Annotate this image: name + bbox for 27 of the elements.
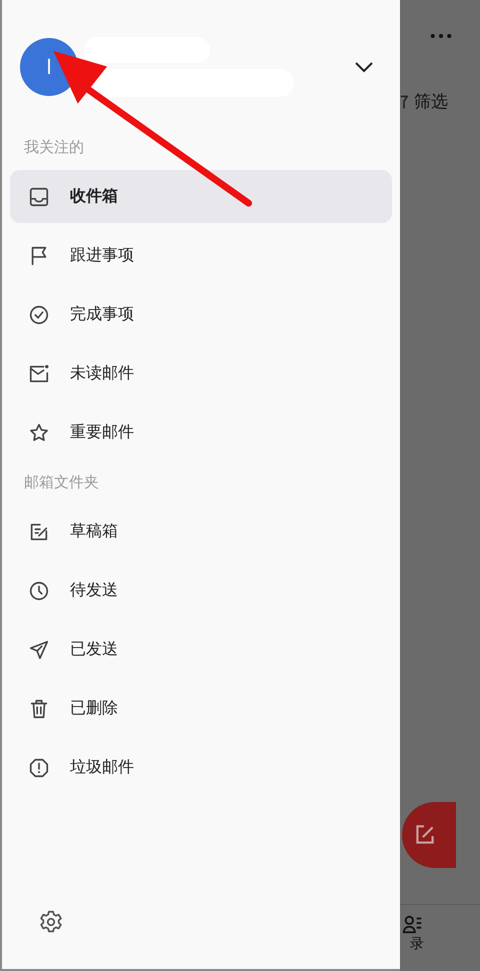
contacts-icon <box>402 913 424 935</box>
clock-icon <box>28 580 50 602</box>
tab-item[interactable]: 录 <box>402 905 424 971</box>
menu-item[interactable]: 垃圾邮件 <box>10 741 392 794</box>
menu-item[interactable]: 收件箱 <box>10 170 392 223</box>
menu-item[interactable]: 已删除 <box>10 682 392 735</box>
warning-icon <box>28 756 50 778</box>
star-icon <box>28 422 50 444</box>
menu-item[interactable]: 待发送 <box>10 564 392 617</box>
menu-item[interactable]: 跟进事项 <box>10 229 392 282</box>
mail-icon <box>28 362 50 384</box>
section-heading: 我关注的 <box>23 137 85 158</box>
paper-plane-icon <box>28 638 50 660</box>
menu-item[interactable]: 草稿箱 <box>10 505 392 558</box>
settings-icon[interactable] <box>38 909 64 935</box>
section-heading: 邮箱文件夹 <box>23 472 100 493</box>
compose-button[interactable] <box>402 802 456 868</box>
trash-icon <box>28 698 50 720</box>
menu-item[interactable]: 完成事项 <box>10 288 392 341</box>
more-icon[interactable] <box>430 33 452 39</box>
chevron-down-icon[interactable] <box>354 61 374 73</box>
menu-item[interactable]: 已发送 <box>10 623 392 676</box>
check-circle-icon <box>28 304 50 326</box>
menu-item[interactable]: 未读邮件 <box>10 347 392 400</box>
menu-item[interactable]: 重要邮件 <box>10 406 392 459</box>
filter-label[interactable]: 筛选 <box>414 90 448 113</box>
inbox-icon <box>28 186 50 208</box>
